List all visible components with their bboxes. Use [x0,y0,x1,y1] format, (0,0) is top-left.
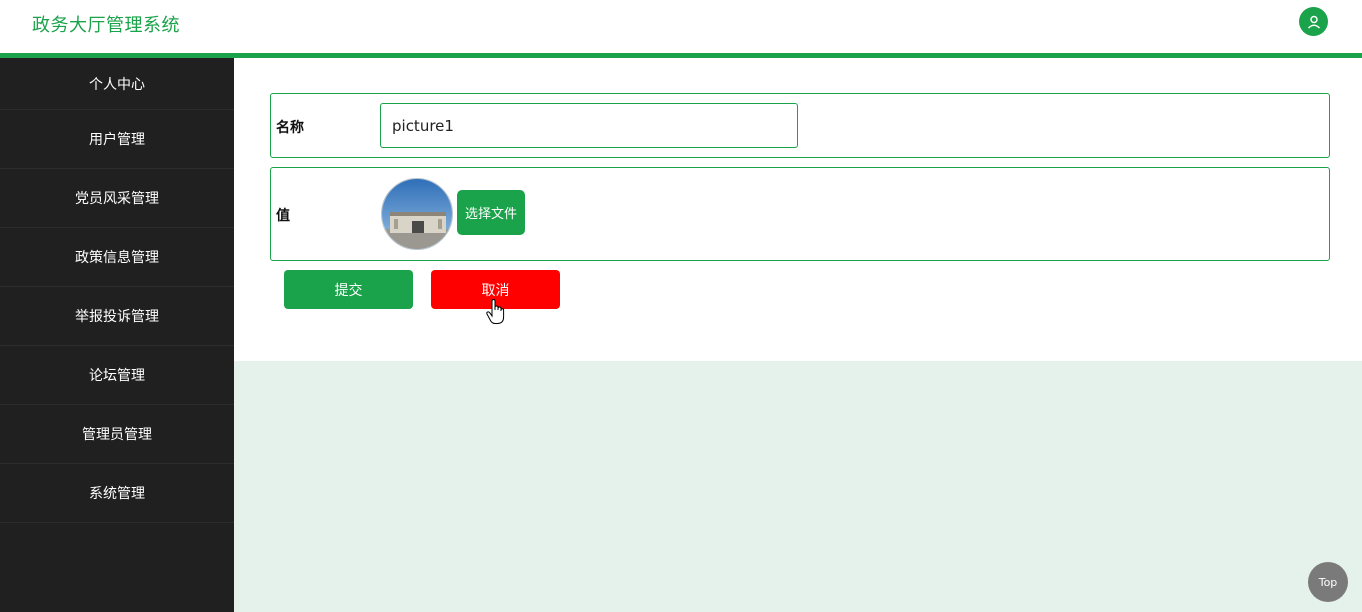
form-panel: 名称 值 [234,58,1362,361]
sidebar-item-personal-center[interactable]: 个人中心 [0,58,234,110]
user-avatar-button[interactable] [1299,7,1328,36]
app-title: 政务大厅管理系统 [32,15,180,36]
value-label: 值 [276,208,290,224]
name-input[interactable] [380,103,798,148]
user-icon [1307,15,1320,29]
name-label: 名称 [276,120,304,136]
uploaded-image-thumbnail [381,178,453,250]
top-header: 政务大厅管理系统 [0,0,1362,58]
main-content: 名称 值 [234,58,1362,612]
cancel-button[interactable]: 取消 [431,270,560,309]
value-form-row: 值 选择文件 [270,167,1330,261]
submit-button[interactable]: 提交 [284,270,413,309]
sidebar-item-complaint-management[interactable]: 举报投诉管理 [0,287,234,346]
sidebar-item-admin-management[interactable]: 管理员管理 [0,405,234,464]
choose-file-button[interactable]: 选择文件 [457,190,525,235]
name-form-row: 名称 [270,93,1330,158]
sidebar-item-system-management[interactable]: 系统管理 [0,464,234,523]
back-to-top-button[interactable]: Top [1308,562,1348,602]
sidebar-item-user-management[interactable]: 用户管理 [0,110,234,169]
sidebar-menu: 个人中心 用户管理 党员风采管理 政策信息管理 举报投诉管理 论坛管理 管理员管… [0,58,234,612]
sidebar-item-party-member-management[interactable]: 党员风采管理 [0,169,234,228]
sidebar-item-policy-info-management[interactable]: 政策信息管理 [0,228,234,287]
sidebar-item-forum-management[interactable]: 论坛管理 [0,346,234,405]
